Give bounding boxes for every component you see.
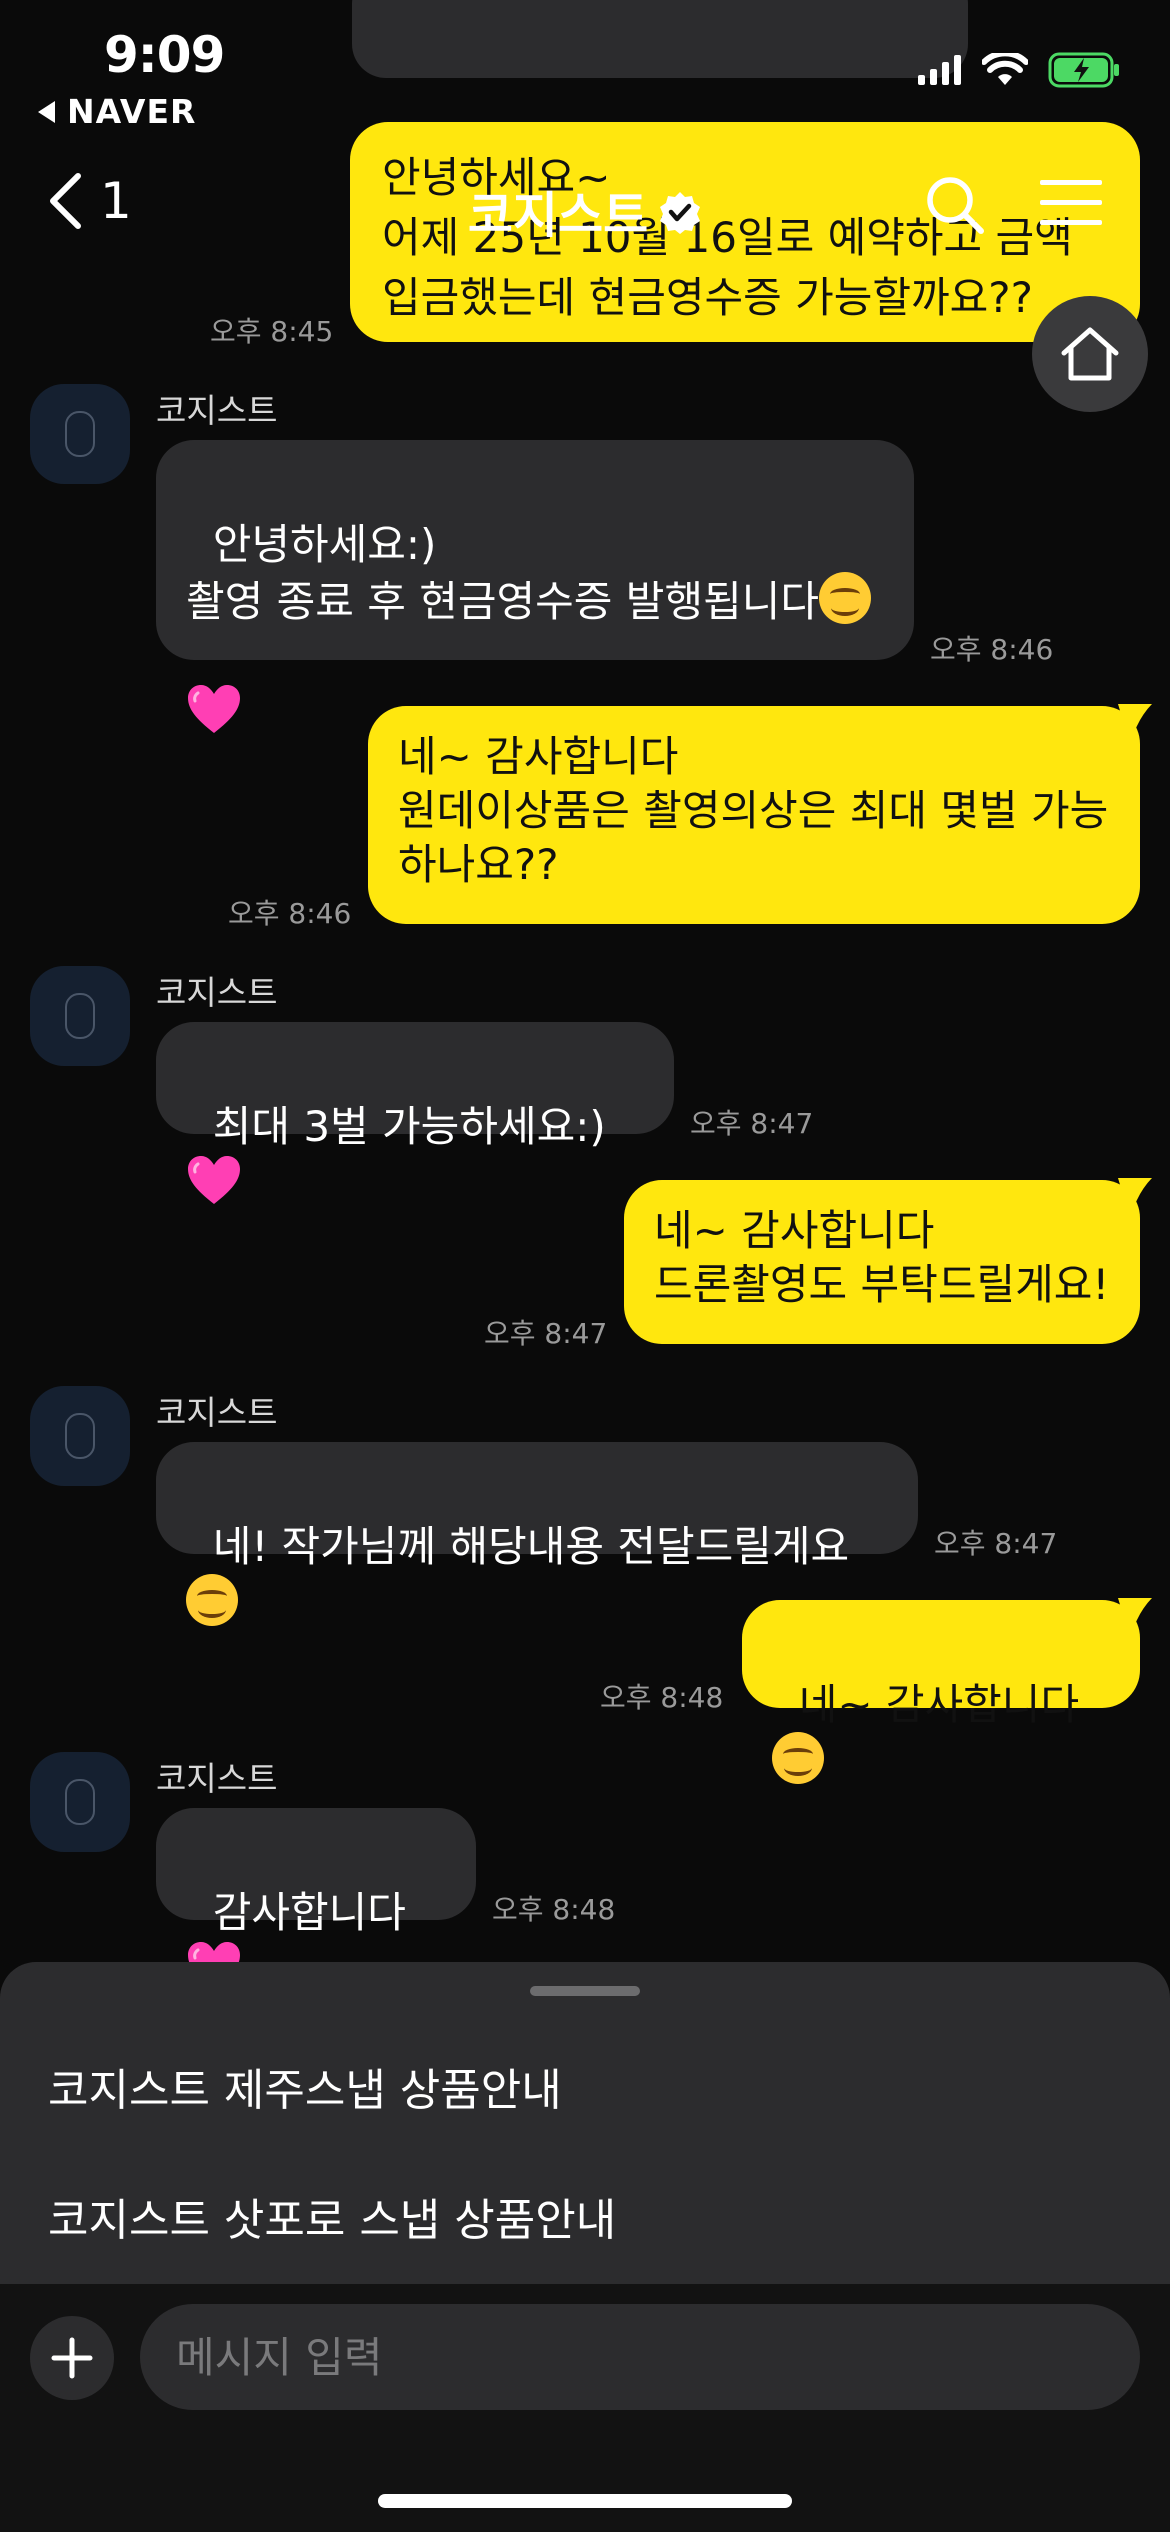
sender-name: 코지스트 [156, 391, 278, 430]
message-bubble-theirs: 네! 작가님께 해당내용 전달드릴게요 [156, 1442, 918, 1626]
status-bar: 9:09 NAVER [0, 0, 1170, 131]
menu-button[interactable] [1040, 180, 1102, 230]
message-text: 감사합니다 [212, 1888, 406, 1937]
status-icons [918, 52, 1120, 88]
avatar-logo [65, 993, 95, 1039]
message-bubble-theirs: 최대 3벌 가능하세요:) [156, 1022, 674, 1204]
smile-emoji-icon [819, 572, 872, 624]
home-button[interactable] [1032, 296, 1148, 412]
smile-emoji-icon [772, 1732, 824, 1784]
bubble-tail [1118, 704, 1152, 744]
avatar-logo [65, 411, 95, 457]
smile-emoji-icon [186, 1574, 238, 1626]
message-text: 네~ 감사합니다 [798, 1680, 1080, 1729]
bubble-tail [1118, 1178, 1152, 1218]
home-indicator [378, 2494, 792, 2508]
back-to-app-link[interactable]: NAVER [38, 92, 196, 131]
back-triangle-icon [38, 100, 55, 123]
quick-reply-sheet: 코지스트 제주스냅 상품안내 코지스트 삿포로 스냅 상품안내 [0, 1962, 1170, 2284]
avatar[interactable] [30, 384, 130, 484]
pink-heart-emoji-icon [188, 685, 240, 733]
back-app-label: NAVER [67, 92, 197, 131]
message-time: 오후 8:47 [690, 1107, 814, 1140]
message-bubble-theirs: 안녕하세요:) 촬영 종료 후 현금영수증 발행됩니다 [156, 440, 914, 733]
sheet-item-jeju-snap[interactable]: 코지스트 제주스냅 상품안내 [48, 2054, 562, 2118]
sheet-handle[interactable] [530, 1986, 640, 1996]
message-time: 오후 8:46 [228, 897, 352, 930]
message-bubble-theirs: 감사합니다 [156, 1808, 476, 1990]
message-time: 오후 8:47 [484, 1317, 608, 1350]
attach-button[interactable] [30, 2316, 114, 2400]
chat-title-wrap[interactable]: 코지스트 [0, 176, 1170, 247]
message-bubble-mine: 네~ 감사합니다 원데이상품은 촬영의상은 최대 몇벌 가능하나요?? [368, 706, 1140, 924]
home-icon [1061, 327, 1119, 381]
signal-icon [918, 55, 961, 85]
message-time: 오후 8:48 [600, 1681, 724, 1714]
message-time: 오후 8:46 [930, 633, 1054, 666]
status-time: 9:09 [104, 26, 225, 84]
message-time: 오후 8:48 [492, 1893, 616, 1926]
message-bubble-mine: 네~ 감사합니다 드론촬영도 부탁드릴게요! [624, 1180, 1140, 1344]
message-bubble-mine: 네~ 감사합니다 [742, 1600, 1140, 1784]
message-text: 안녕하세요:) 촬영 종료 후 현금영수증 발행됩니다 [186, 520, 820, 626]
message-input[interactable] [140, 2304, 1140, 2410]
bubble-tail [1118, 1598, 1152, 1638]
sheet-item-sapporo-snap[interactable]: 코지스트 삿포로 스냅 상품안내 [48, 2184, 616, 2248]
avatar[interactable] [30, 1752, 130, 1852]
hamburger-menu-icon [1040, 180, 1102, 225]
message-text: 네! 작가님께 해당내용 전달드릴게요 [212, 1522, 850, 1571]
verified-badge-icon [660, 191, 701, 234]
sender-name: 코지스트 [156, 1393, 278, 1432]
battery-charging-icon [1048, 52, 1119, 88]
plus-icon [51, 2337, 93, 2379]
sender-name: 코지스트 [156, 1759, 278, 1798]
chat-header: 1 코지스트 [0, 130, 1170, 280]
sender-name: 코지스트 [156, 973, 278, 1012]
avatar-logo [65, 1779, 95, 1825]
message-time: 오후 8:45 [210, 315, 334, 348]
search-icon [927, 177, 984, 234]
search-button[interactable] [924, 174, 986, 240]
avatar[interactable] [30, 1386, 130, 1486]
pink-heart-emoji-icon [188, 1156, 240, 1204]
avatar-logo [65, 1413, 95, 1459]
message-time: 오후 8:47 [934, 1527, 1058, 1560]
message-text: 최대 3벌 가능하세요:) [212, 1102, 606, 1151]
chat-title: 코지스트 [467, 187, 649, 244]
wifi-icon [982, 53, 1028, 85]
avatar[interactable] [30, 966, 130, 1066]
